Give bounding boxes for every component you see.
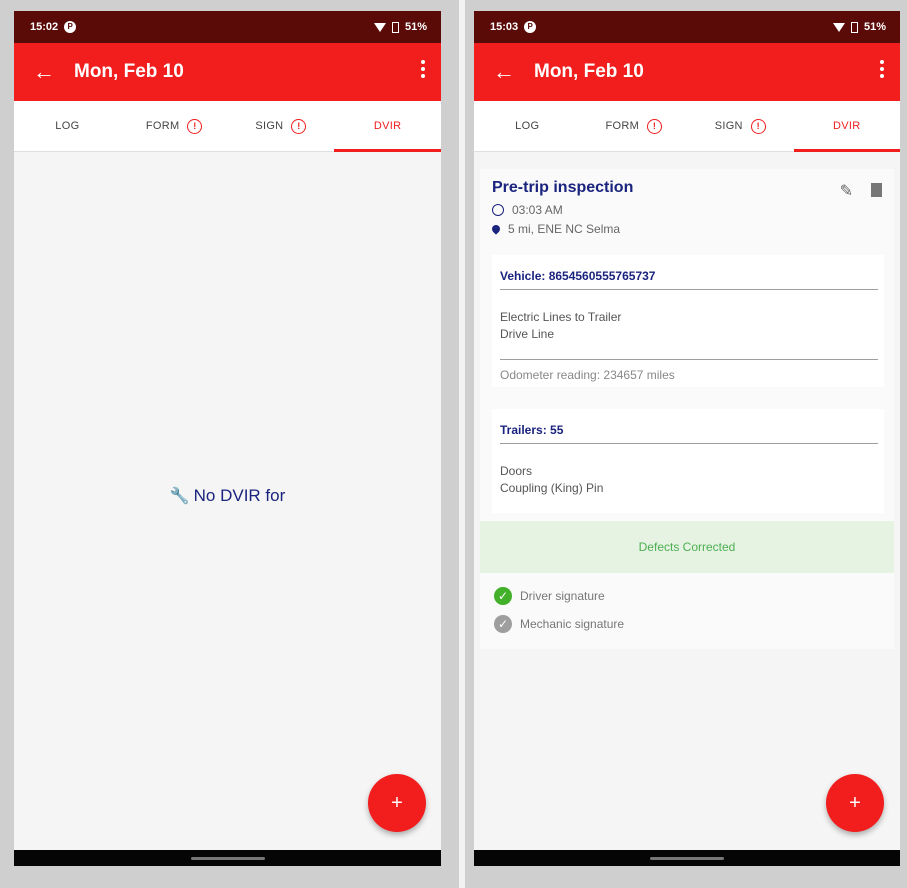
phone-screen-right: 15:03 P 51% ← Mon, Feb 10 LOG FORM! SIGN… [474, 11, 900, 866]
back-arrow-icon[interactable]: ← [14, 59, 74, 85]
inspection-time: 03:03 AM [512, 203, 563, 217]
back-arrow-icon[interactable]: ← [474, 59, 534, 85]
pencil-icon[interactable]: ✎ [840, 181, 853, 201]
add-dvir-button[interactable]: + [826, 774, 884, 832]
vehicle-header: Vehicle: 8654560555765737 [500, 269, 656, 283]
app-bar: ← Mon, Feb 10 [14, 43, 441, 101]
tab-form[interactable]: FORM! [121, 101, 228, 151]
overflow-menu-icon[interactable] [421, 60, 425, 81]
odometer-reading: Odometer reading: 234657 miles [500, 368, 675, 382]
tab-form[interactable]: FORM! [581, 101, 688, 151]
location-pin-icon [490, 223, 502, 235]
notification-icon: P [524, 21, 537, 33]
inspection-time-row: 03:03 AM [492, 203, 563, 217]
divider [500, 359, 878, 360]
wifi-icon [832, 22, 845, 32]
trailer-panel: Trailers: 55 Doors Coupling (King) Pin [492, 409, 884, 513]
add-dvir-button[interactable]: + [368, 774, 426, 832]
empty-state: 🔧 No DVIR for [14, 486, 441, 506]
defect-item: Drive Line [500, 327, 555, 341]
plus-icon: + [849, 792, 861, 814]
vehicle-panel: Vehicle: 8654560555765737 Electric Lines… [492, 255, 884, 387]
inspection-card[interactable]: Pre-trip inspection ✎ 03:03 AM 5 mi, ENE… [480, 169, 894, 649]
inspection-title: Pre-trip inspection [492, 179, 634, 196]
battery-level: 51% [404, 21, 427, 33]
signature-label: Mechanic signature [520, 617, 625, 631]
battery-icon [850, 21, 858, 33]
trash-icon[interactable] [871, 183, 882, 197]
alert-icon: ! [187, 118, 203, 134]
tab-dvir[interactable]: DVIR [334, 101, 441, 152]
overflow-menu-icon[interactable] [880, 60, 884, 81]
check-circle-icon: ✓ [494, 615, 512, 633]
tab-sign[interactable]: SIGN! [687, 101, 794, 151]
defect-item: Coupling (King) Pin [500, 481, 604, 495]
defect-item: Electric Lines to Trailer [500, 310, 622, 324]
check-circle-icon: ✓ [494, 587, 512, 605]
battery-icon [391, 21, 399, 33]
trailer-header: Trailers: 55 [500, 423, 564, 437]
driver-signature-row[interactable]: ✓ Driver signature [494, 587, 605, 605]
tab-bar: LOG FORM! SIGN! DVIR [474, 101, 900, 152]
empty-message: No DVIR for [193, 486, 286, 505]
battery-level: 51% [863, 21, 886, 33]
page-title: Mon, Feb 10 [74, 61, 184, 82]
alert-icon: ! [291, 118, 307, 134]
mechanic-signature-row[interactable]: ✓ Mechanic signature [494, 615, 624, 633]
wifi-icon [373, 22, 386, 32]
tab-log[interactable]: LOG [14, 101, 121, 151]
phone-screen-left: 15:02 P 51% ← Mon, Feb 10 LOG FORM! SIGN… [14, 11, 441, 866]
clock-icon [492, 204, 504, 216]
alert-icon: ! [750, 118, 766, 134]
alert-icon: ! [647, 118, 663, 134]
status-bar: 15:03 P 51% [474, 11, 900, 43]
plus-icon: + [391, 792, 403, 814]
defect-item: Doors [500, 464, 533, 478]
system-nav-bar [14, 850, 441, 866]
inspection-location-row: 5 mi, ENE NC Selma [490, 222, 621, 236]
status-bar: 15:02 P 51% [14, 11, 441, 43]
screen-divider [459, 0, 465, 888]
status-time: 15:03 [490, 21, 519, 33]
defects-status-banner: Defects Corrected [480, 521, 894, 573]
system-nav-bar [474, 850, 900, 866]
divider [500, 443, 878, 444]
signature-label: Driver signature [520, 589, 605, 603]
home-gesture-bar[interactable] [650, 857, 724, 860]
tab-log[interactable]: LOG [474, 101, 581, 151]
tab-dvir[interactable]: DVIR [793, 101, 901, 152]
page-title: Mon, Feb 10 [534, 61, 644, 82]
status-time: 15:02 [30, 21, 59, 33]
notification-icon: P [64, 21, 77, 33]
home-gesture-bar[interactable] [190, 857, 265, 860]
inspection-location: 5 mi, ENE NC Selma [508, 222, 621, 236]
tab-sign[interactable]: SIGN! [228, 101, 335, 151]
divider [500, 289, 878, 290]
wrench-icon: 🔧 [169, 488, 190, 505]
app-bar: ← Mon, Feb 10 [474, 43, 900, 101]
tab-bar: LOG FORM! SIGN! DVIR [14, 101, 441, 152]
